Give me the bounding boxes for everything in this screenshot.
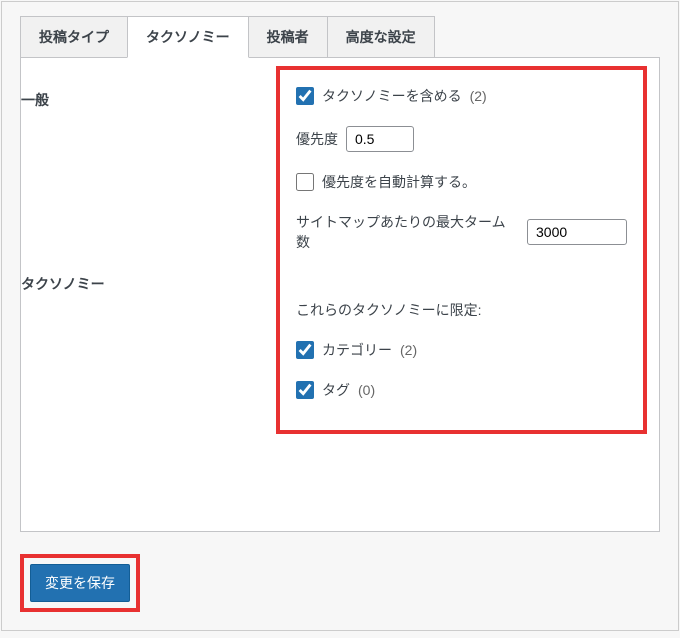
label-auto-priority: 優先度を自動計算する。	[322, 172, 476, 192]
checkbox-include-taxonomies[interactable]	[296, 87, 314, 105]
tab-post-types[interactable]: 投稿タイプ	[20, 16, 128, 58]
input-max-terms[interactable]	[527, 219, 627, 245]
label-categories: カテゴリー	[322, 340, 392, 360]
field-categories: カテゴリー (2)	[296, 340, 627, 360]
checkbox-auto-priority[interactable]	[296, 173, 314, 191]
save-button[interactable]: 変更を保存	[30, 564, 130, 602]
label-max-terms: サイトマップあたりの最大ターム数	[296, 212, 519, 252]
settings-page: 投稿タイプ タクソノミー 投稿者 高度な設定 一般 タクソノミー タクソノミーを…	[1, 1, 679, 631]
tab-list: 投稿タイプ タクソノミー 投稿者 高度な設定	[20, 16, 660, 58]
count-tags: (0)	[358, 382, 375, 398]
tab-taxonomies[interactable]: タクソノミー	[127, 16, 249, 58]
section-label-taxonomy: タクソノミー	[21, 274, 258, 294]
settings-panel: 一般 タクソノミー タクソノミーを含める (2) 優先度 優先度を自動計算する。	[20, 57, 660, 532]
label-include-taxonomies: タクソノミーを含める	[322, 86, 462, 106]
label-priority: 優先度	[296, 129, 338, 149]
settings-fields: タクソノミーを含める (2) 優先度 優先度を自動計算する。 サイトマップあたり…	[276, 58, 659, 531]
field-tags: タグ (0)	[296, 380, 627, 400]
count-categories: (2)	[400, 342, 417, 358]
count-include: (2)	[470, 88, 487, 104]
field-max-terms: サイトマップあたりの最大ターム数	[296, 212, 627, 252]
field-priority: 優先度	[296, 126, 627, 152]
save-highlight: 変更を保存	[20, 554, 140, 612]
tab-advanced[interactable]: 高度な設定	[327, 16, 435, 58]
tab-authors[interactable]: 投稿者	[248, 16, 328, 58]
field-include-taxonomies: タクソノミーを含める (2)	[296, 86, 627, 106]
label-tags: タグ	[322, 380, 350, 400]
checkbox-tags[interactable]	[296, 381, 314, 399]
field-limit-taxonomies: これらのタクソノミーに限定:	[296, 300, 627, 320]
input-priority[interactable]	[346, 126, 414, 152]
row-labels: 一般 タクソノミー	[21, 58, 276, 531]
checkbox-categories[interactable]	[296, 341, 314, 359]
highlighted-settings: タクソノミーを含める (2) 優先度 優先度を自動計算する。 サイトマップあたり…	[276, 66, 647, 434]
field-auto-priority: 優先度を自動計算する。	[296, 172, 627, 192]
label-limit-taxonomies: これらのタクソノミーに限定:	[296, 300, 481, 320]
section-label-general: 一般	[21, 90, 258, 110]
